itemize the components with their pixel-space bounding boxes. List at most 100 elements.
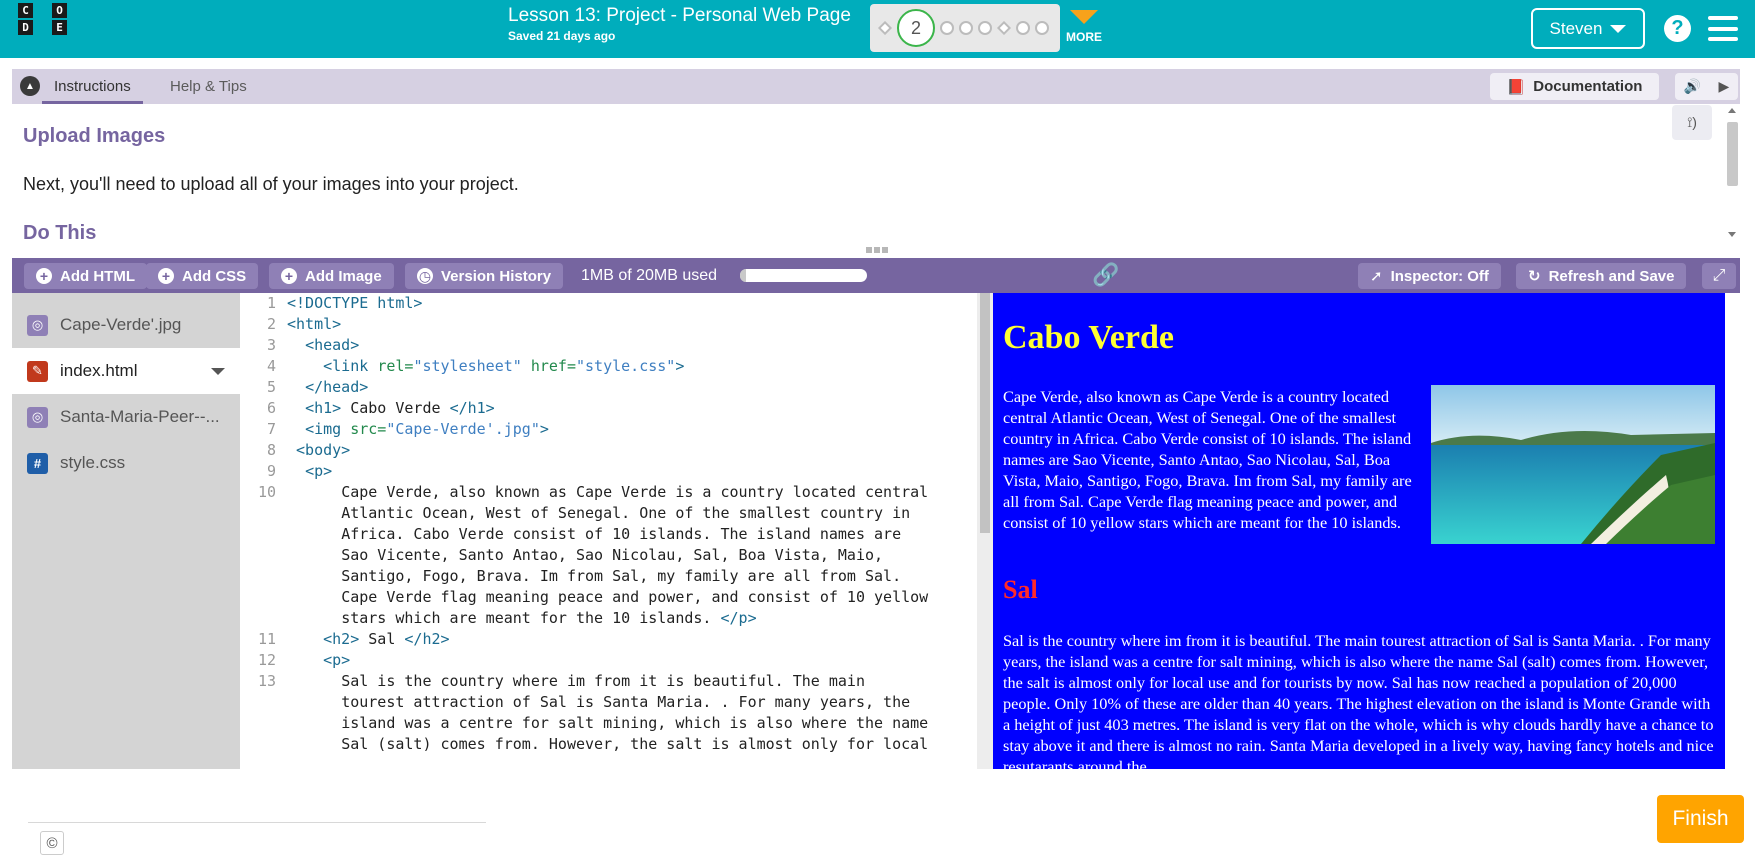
lesson-title: Lesson 13: Project - Personal Web Page	[508, 5, 851, 26]
instructions-tab-bar: ▲ Instructions Help & Tips 📕 Documentati…	[12, 69, 1740, 104]
inspector-toggle-button[interactable]: ➚ Inspector: Off	[1358, 263, 1501, 289]
logo-blank	[35, 3, 50, 18]
cursor-icon: ➚	[1370, 268, 1383, 285]
link-icon[interactable]: 🔗	[1092, 264, 1119, 286]
code-editor[interactable]: 1 <!DOCTYPE html> 2 <html> 3 <head> 4 <lin…	[240, 293, 977, 769]
play-icon[interactable]: ▶	[1719, 78, 1730, 95]
editor-scrollbar[interactable]	[977, 293, 993, 769]
instructions-text: Next, you'll need to upload all of your …	[23, 174, 519, 194]
level-diamond[interactable]	[877, 20, 893, 36]
add-image-button[interactable]: + Add Image	[269, 263, 394, 289]
file-name: Cape-Verde'.jpg	[60, 315, 182, 334]
file-name: Santa-Maria-Peer--...	[60, 407, 220, 426]
caret-down-icon	[1610, 24, 1627, 33]
preview-paragraph: Sal is the country where im from it is b…	[1003, 631, 1714, 769]
code-text: Sao Vicente, Santo Antao, Sao Nicolau, S…	[341, 546, 884, 564]
editor-toolbar: + Add HTML + Add CSS + Add Image ◷ Versi…	[12, 258, 1740, 293]
logo-letter-o: O	[52, 3, 67, 18]
user-menu-button[interactable]: Steven	[1531, 8, 1645, 49]
plus-icon: +	[158, 268, 174, 284]
level-diamond[interactable]	[996, 20, 1012, 36]
file-name: style.css	[60, 453, 126, 472]
refresh-icon: ↻	[1528, 268, 1541, 285]
documentation-button[interactable]: 📕 Documentation	[1490, 73, 1659, 100]
finish-button[interactable]: Finish	[1657, 795, 1744, 843]
file-menu-caret-icon[interactable]	[211, 368, 225, 375]
preview-heading: Cabo Verde	[1003, 319, 1174, 356]
speaker-icon[interactable]: 🔊	[1684, 78, 1701, 95]
storage-usage-bar	[740, 269, 867, 282]
instructions-subheading: Do This	[23, 222, 97, 241]
audio-controls: 🔊 ▶	[1675, 73, 1738, 100]
collapse-instructions-icon[interactable]: ▲	[20, 76, 40, 96]
file-item-santa-maria[interactable]: ◎ Santa-Maria-Peer--...	[12, 394, 240, 440]
more-button[interactable]: MORE	[1064, 6, 1104, 44]
level-bubble[interactable]	[978, 21, 992, 35]
code-text: tourest attraction of Sal is Santa Maria…	[341, 693, 911, 711]
add-css-label: Add CSS	[182, 267, 247, 285]
storage-usage-text: 1MB of 20MB used	[581, 267, 718, 284]
hamburger-menu-icon[interactable]	[1708, 16, 1738, 41]
instructions-panel: Upload Images Next, you'll need to uploa…	[12, 104, 1724, 241]
web-preview[interactable]: Cabo Verde Cape Verde, also known as Cap…	[993, 293, 1725, 769]
plus-icon: +	[281, 268, 297, 284]
clock-icon: ◷	[417, 268, 433, 284]
add-html-button[interactable]: + Add HTML	[24, 263, 147, 289]
user-name: Steven	[1549, 18, 1603, 38]
resize-grip-icon[interactable]	[866, 247, 888, 253]
top-bar: C O D E Lesson 13: Project - Personal We…	[0, 0, 1755, 58]
code-text: Cape Verde flag meaning peace and power,…	[341, 588, 929, 606]
file-item-cape-verde-jpg[interactable]: ◎ Cape-Verde'.jpg	[12, 302, 240, 348]
tab-help-tips[interactable]: Help & Tips	[170, 69, 247, 104]
pencil-icon: ✎	[27, 360, 48, 382]
add-image-label: Add Image	[305, 267, 382, 285]
file-item-style-css[interactable]: # style.css	[12, 440, 240, 486]
scroll-up-arrow-icon[interactable]	[1728, 108, 1736, 113]
level-progress: 2	[870, 4, 1060, 52]
hash-icon: #	[27, 452, 48, 474]
level-bubble[interactable]	[959, 21, 973, 35]
fullscreen-icon[interactable]: ⤢	[1702, 263, 1736, 289]
code-text: Atlantic Ocean, West of Senegal. One of …	[341, 504, 911, 522]
logo-letter-e: E	[52, 20, 67, 35]
code-text: Cape Verde, also known as Cape Verde is …	[341, 483, 929, 501]
saved-status: Saved 21 days ago	[508, 29, 616, 43]
level-bubble[interactable]	[1016, 21, 1030, 35]
logo-blank	[35, 20, 50, 35]
code-text: stars which are meant for the 10 islands…	[341, 609, 721, 627]
text-to-speech-icon[interactable]: ⟟)	[1672, 105, 1712, 140]
add-css-button[interactable]: + Add CSS	[146, 263, 259, 289]
refresh-label: Refresh and Save	[1548, 267, 1675, 285]
instructions-scrollbar[interactable]	[1724, 104, 1740, 241]
storage-usage-fill	[740, 269, 747, 282]
inspector-label: Inspector: Off	[1390, 267, 1489, 285]
level-bubble[interactable]	[1035, 21, 1049, 35]
scrollbar-thumb[interactable]	[1727, 122, 1738, 186]
code-org-logo[interactable]: C O D E	[18, 3, 67, 52]
plus-icon: +	[36, 268, 52, 284]
code-text: Africa. Cabo Verde consist of 10 islands…	[341, 525, 902, 543]
preview-scrollbar[interactable]	[1725, 293, 1740, 769]
more-label: MORE	[1066, 30, 1102, 44]
add-html-label: Add HTML	[60, 267, 135, 285]
cape-verde-beach-image	[1431, 385, 1715, 544]
camera-icon: ◎	[27, 314, 48, 336]
scrollbar-thumb[interactable]	[980, 293, 990, 533]
logo-letter-d: D	[18, 20, 33, 35]
more-arrow-icon	[1070, 10, 1098, 24]
documentation-label: Documentation	[1533, 78, 1643, 95]
code-text: island was a centre for salt mining, whi…	[341, 714, 929, 732]
copyright-icon[interactable]: ©	[40, 831, 64, 855]
footer-divider	[28, 822, 486, 823]
help-icon[interactable]: ?	[1664, 15, 1691, 42]
version-history-label: Version History	[441, 267, 552, 285]
refresh-save-button[interactable]: ↻ Refresh and Save	[1516, 263, 1687, 289]
tab-instructions[interactable]: Instructions	[42, 69, 143, 104]
scroll-down-arrow-icon[interactable]	[1728, 232, 1736, 237]
version-history-button[interactable]: ◷ Version History	[405, 263, 564, 289]
current-level-bubble[interactable]: 2	[897, 9, 935, 47]
code-text: Santigo, Fogo, Brava. Im from Sal, my fa…	[341, 567, 902, 585]
file-item-index-html[interactable]: ✎ index.html	[12, 348, 240, 394]
level-bubble[interactable]	[940, 21, 954, 35]
instructions-heading: Upload Images	[23, 125, 166, 147]
